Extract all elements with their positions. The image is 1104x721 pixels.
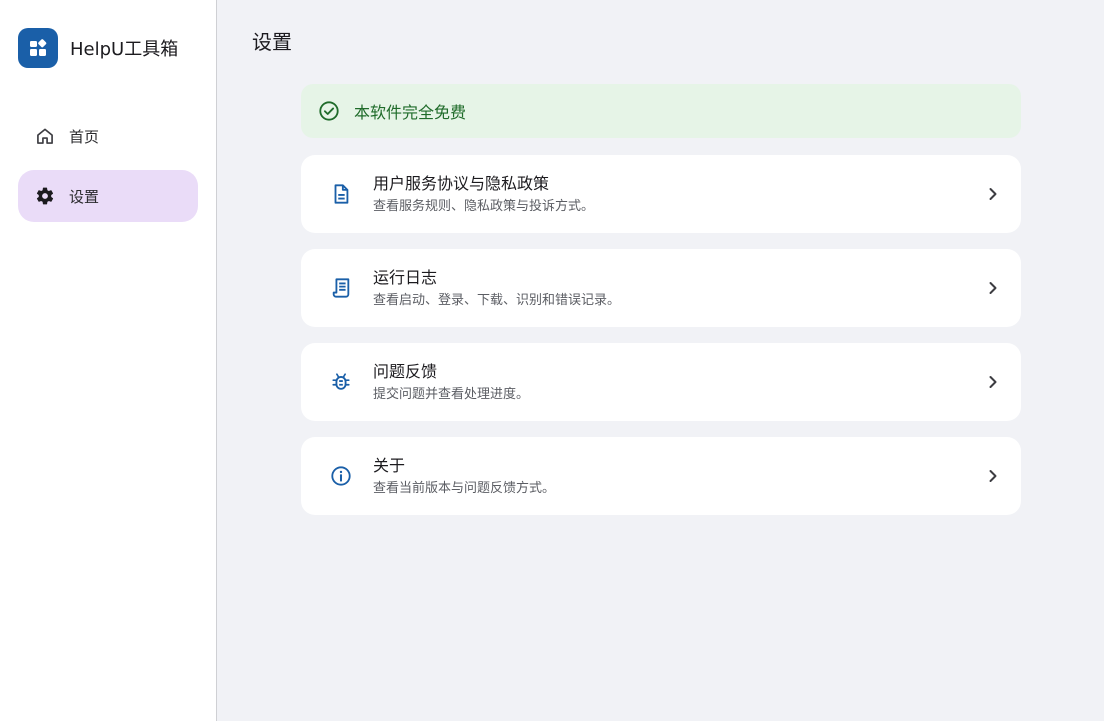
document-icon <box>329 182 353 206</box>
card-description: 查看启动、登录、下载、识别和错误记录。 <box>373 292 621 308</box>
card-title: 关于 <box>373 455 406 475</box>
home-icon <box>35 126 55 146</box>
page-title: 设置 <box>252 30 292 54</box>
receipt-log-icon <box>329 276 353 300</box>
card-feedback[interactable]: 问题反馈 提交问题并查看处理进度。 <box>301 343 1021 421</box>
card-title: 运行日志 <box>373 267 438 287</box>
sidebar-item-label: 首页 <box>69 127 100 146</box>
widgets-icon <box>18 28 58 68</box>
sidebar-item-settings[interactable]: 设置 <box>18 170 198 222</box>
card-about[interactable]: 关于 查看当前版本与问题反馈方式。 <box>301 437 1021 515</box>
card-title: 问题反馈 <box>373 361 438 381</box>
card-body: 问题反馈 提交问题并查看处理进度。 <box>373 362 985 403</box>
info-icon <box>329 464 353 488</box>
card-run-log[interactable]: 运行日志 查看启动、登录、下载、识别和错误记录。 <box>301 249 1021 327</box>
card-description: 查看服务规则、隐私政策与投诉方式。 <box>373 198 595 214</box>
brand: HelpU工具箱 <box>18 28 178 68</box>
card-description: 查看当前版本与问题反馈方式。 <box>373 480 556 496</box>
card-body: 用户服务协议与隐私政策 查看服务规则、隐私政策与投诉方式。 <box>373 174 985 215</box>
gear-icon <box>35 186 55 206</box>
sidebar-item-home[interactable]: 首页 <box>18 110 198 162</box>
app-window: HelpU工具箱 首页 设置 设置 本软件完全免费 用户服务协议与隐私政策 查看… <box>0 0 1104 721</box>
check-circle-icon <box>318 100 340 122</box>
sidebar-nav: 首页 设置 <box>18 110 198 230</box>
chevron-right-icon <box>985 468 1001 484</box>
sidebar: HelpU工具箱 首页 设置 <box>0 0 217 721</box>
card-body: 关于 查看当前版本与问题反馈方式。 <box>373 456 985 497</box>
card-terms-privacy[interactable]: 用户服务协议与隐私政策 查看服务规则、隐私政策与投诉方式。 <box>301 155 1021 233</box>
chevron-right-icon <box>985 280 1001 296</box>
card-title: 用户服务协议与隐私政策 <box>373 173 550 193</box>
chevron-right-icon <box>985 186 1001 202</box>
card-body: 运行日志 查看启动、登录、下载、识别和错误记录。 <box>373 268 985 309</box>
free-software-banner: 本软件完全免费 <box>301 84 1021 138</box>
main-content: 设置 本软件完全免费 用户服务协议与隐私政策 查看服务规则、隐私政策与投诉方式。… <box>217 0 1104 721</box>
chevron-right-icon <box>985 374 1001 390</box>
app-name: HelpU工具箱 <box>70 39 179 60</box>
bug-icon <box>329 370 353 394</box>
banner-text: 本软件完全免费 <box>354 103 467 122</box>
sidebar-item-label: 设置 <box>69 187 100 206</box>
card-description: 提交问题并查看处理进度。 <box>373 386 530 402</box>
